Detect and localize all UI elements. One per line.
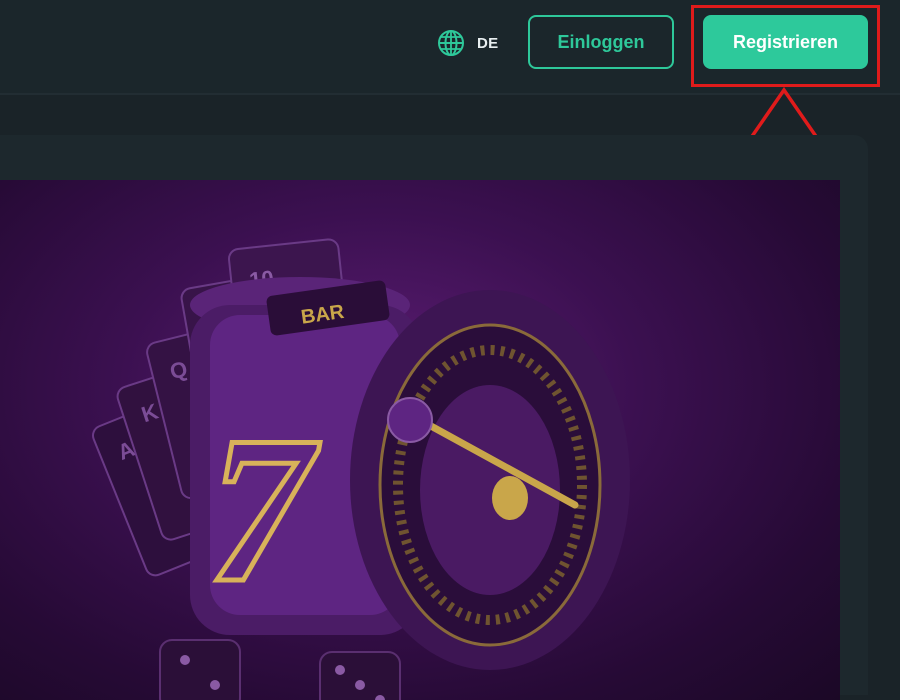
language-selector[interactable]: DE — [437, 28, 498, 58]
language-label: DE — [477, 34, 499, 52]
reel-seven-symbol: 7 — [208, 394, 320, 626]
login-button[interactable]: Einloggen — [528, 15, 674, 69]
globe-icon — [437, 29, 465, 57]
dice-illustration — [159, 639, 401, 700]
casino-banner-image: A K Q J 10 BAR — [0, 180, 840, 700]
annotation-highlight-box — [691, 5, 880, 87]
roulette-wheel-illustration — [350, 290, 630, 670]
